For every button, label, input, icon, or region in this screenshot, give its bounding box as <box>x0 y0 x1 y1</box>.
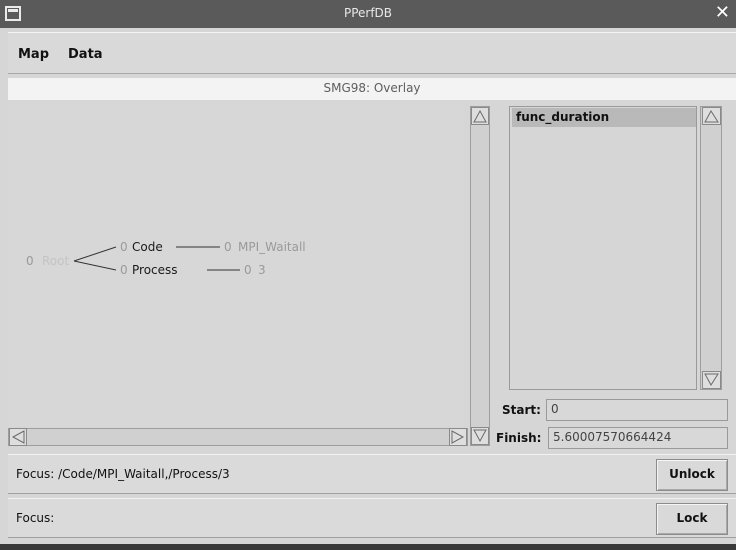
tree-leaf-waitall[interactable]: MPI_Waitall <box>238 240 306 254</box>
metric-list[interactable] <box>509 106 697 390</box>
list-item[interactable]: func_duration <box>512 108 696 127</box>
focus-bar-secondary: Focus: Lock <box>8 498 736 538</box>
tree-node-code-value: 0 <box>120 240 128 254</box>
tree-node-process[interactable]: Process <box>132 263 178 277</box>
view-subtitle: SMG98: Overlay <box>323 81 421 95</box>
canvas-horizontal-scrollbar[interactable] <box>8 428 468 446</box>
menu-map[interactable]: Map <box>18 47 49 62</box>
tree-leaf-process3[interactable]: 3 <box>258 263 266 277</box>
canvas-vertical-scrollbar[interactable] <box>470 106 490 446</box>
finish-label: Finish: <box>496 431 542 445</box>
window-title: PPerfDB <box>343 6 393 20</box>
tree-root-value: 0 <box>26 254 34 268</box>
focus-label: Focus: <box>16 511 55 525</box>
tree-leaf-waitall-value: 0 <box>224 240 232 254</box>
start-field[interactable]: 0 <box>546 399 728 421</box>
scroll-left-icon[interactable] <box>9 428 27 446</box>
tree-node-process-value: 0 <box>120 263 128 277</box>
tree-root-label[interactable]: Root <box>42 254 69 268</box>
focus-bar-primary: Focus: /Code/MPI_Waitall,/Process/3 Unlo… <box>8 454 736 494</box>
list-vertical-scrollbar[interactable] <box>700 106 722 390</box>
scroll-up-icon[interactable] <box>702 107 721 125</box>
title-bar: PPerfDB ✕ <box>0 0 736 28</box>
finish-field[interactable]: 5.60007570664424 <box>548 427 728 449</box>
tree-leaf-process3-value: 0 <box>244 263 252 277</box>
scroll-right-icon[interactable] <box>449 428 467 446</box>
scroll-down-icon[interactable] <box>471 427 489 445</box>
tree-connectors <box>73 246 240 271</box>
lock-button[interactable]: Lock <box>656 503 728 535</box>
focus-path: Focus: /Code/MPI_Waitall,/Process/3 <box>16 467 230 481</box>
metric-label: func_duration <box>516 110 610 124</box>
unlock-button[interactable]: Unlock <box>656 459 728 491</box>
start-label: Start: <box>502 403 541 417</box>
menu-data[interactable]: Data <box>68 47 103 62</box>
scroll-down-icon[interactable] <box>702 371 721 389</box>
window-bottom-border <box>0 544 736 550</box>
view-subtitle-bar: SMG98: Overlay <box>8 78 736 100</box>
tree-node-code[interactable]: Code <box>132 240 163 254</box>
menu-bar: Map Data <box>8 32 736 74</box>
tree-canvas[interactable]: 0 Root 0 Code 0 MPI_Waitall 0 Process 0 … <box>8 104 464 426</box>
scroll-up-icon[interactable] <box>471 107 489 125</box>
close-icon[interactable]: ✕ <box>715 2 730 23</box>
